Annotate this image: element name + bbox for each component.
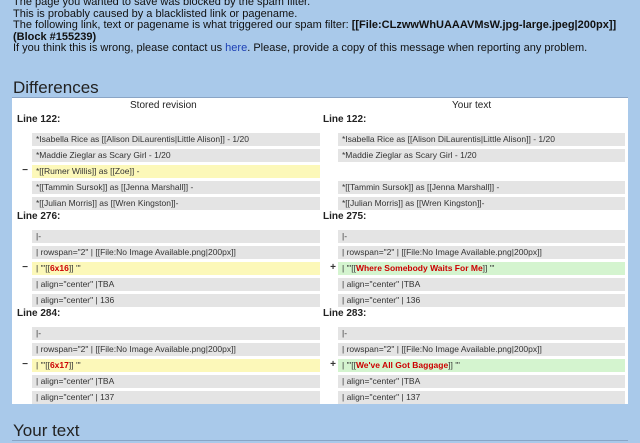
line-number-left: Line 122: xyxy=(17,114,61,125)
deleted-line: *[[Rumer Willis]] as [[Zoe]] - xyxy=(32,165,320,178)
context-line: | align="center" | 137 xyxy=(32,391,320,404)
context-line: |- xyxy=(32,327,320,340)
context-line: *Maddie Zieglar as Scary Girl - 1/20 xyxy=(32,149,320,162)
context-line: |- xyxy=(32,230,320,243)
context-line: | align="center" | 136 xyxy=(32,294,320,307)
context-line: *[[Tammin Sursok]] as [[Jenna Marshall]]… xyxy=(338,181,625,194)
context-line: *[[Julian Morris]] as [[Wren Kingston]]- xyxy=(338,197,625,210)
minus-marker: − xyxy=(22,262,28,273)
context-line: | align="center" |TBA xyxy=(32,375,320,388)
context-line: |- xyxy=(338,230,625,243)
message-line-4-text: If you think this is wrong, please conta… xyxy=(13,42,226,54)
diff-text: | "'[[ xyxy=(342,263,356,273)
diff-text: ]] '" xyxy=(68,360,81,370)
diff-text: | "'[[ xyxy=(36,360,50,370)
context-line: *Isabella Rice as [[Alison DiLaurentis|L… xyxy=(338,133,625,146)
line-number-left: Line 276: xyxy=(17,211,61,222)
stored-revision-header: Stored revision xyxy=(130,100,197,111)
changed-text: 6x16 xyxy=(49,263,69,273)
context-line: *[[Tammin Sursok]] as [[Jenna Marshall]]… xyxy=(32,181,320,194)
message-line-4: If you think this is wrong, please conta… xyxy=(13,42,633,55)
plus-marker: + xyxy=(330,359,336,370)
context-line: | rowspan="2" | [[File:No Image Availabl… xyxy=(338,246,625,259)
context-line: *Maddie Zieglar as Scary Girl - 1/20 xyxy=(338,149,625,162)
plus-marker: + xyxy=(330,262,336,273)
context-line: | align="center" | 137 xyxy=(338,391,625,404)
changed-text: 6x17 xyxy=(49,360,69,370)
spam-filter-message: The page you wanted to save was blocked … xyxy=(13,0,633,55)
added-line: | "'[[Where Somebody Waits For Me]] '" xyxy=(338,262,625,275)
your-text-header: Your text xyxy=(452,100,492,111)
line-number-right: Line 275: xyxy=(323,211,367,222)
minus-marker: − xyxy=(22,165,28,176)
line-number-right: Line 283: xyxy=(323,308,367,319)
diff-text: ]] '" xyxy=(482,263,495,273)
diff-text: ]] '" xyxy=(68,263,81,273)
your-text-divider xyxy=(12,440,628,441)
context-line: | align="center" |TBA xyxy=(338,278,625,291)
contact-link[interactable]: here xyxy=(225,42,247,54)
context-line: | rowspan="2" | [[File:No Image Availabl… xyxy=(338,343,625,356)
context-line: *[[Julian Morris]] as [[Wren Kingston]]- xyxy=(32,197,320,210)
changed-text: We've All Got Baggage xyxy=(355,360,449,370)
context-line: | align="center" | 136 xyxy=(338,294,625,307)
context-line: |- xyxy=(338,327,625,340)
diff-table: Stored revision Your text Line 122: Line … xyxy=(12,98,628,404)
deleted-line: | "'[[6x16]] '" xyxy=(32,262,320,275)
context-line: | align="center" |TBA xyxy=(338,375,625,388)
changed-text: Where Somebody Waits For Me xyxy=(355,263,483,273)
context-line: | align="center" |TBA xyxy=(32,278,320,291)
diff-text: ]] '" xyxy=(448,360,460,370)
diff-text: | "'[[ xyxy=(36,263,50,273)
minus-marker: − xyxy=(22,359,28,370)
context-line: | rowspan="2" | [[File:No Image Availabl… xyxy=(32,343,320,356)
context-line: | rowspan="2" | [[File:No Image Availabl… xyxy=(32,246,320,259)
message-line-3: The following link, text or pagename is … xyxy=(13,19,633,43)
context-line: *Isabella Rice as [[Alison DiLaurentis|L… xyxy=(32,133,320,146)
line-number-right: Line 122: xyxy=(323,114,367,125)
message-line-3-text: The following link, text or pagename is … xyxy=(13,19,352,31)
line-number-left: Line 284: xyxy=(17,308,61,319)
added-line: | "'[[We've All Got Baggage]] '" xyxy=(338,359,625,372)
deleted-line: | "'[[6x17]] '" xyxy=(32,359,320,372)
differences-heading: Differences xyxy=(13,78,99,97)
your-text-heading: Your text xyxy=(13,421,80,440)
message-line-4-suffix: . Please, provide a copy of this message… xyxy=(247,42,588,54)
diff-text: | "'[[ xyxy=(342,360,356,370)
